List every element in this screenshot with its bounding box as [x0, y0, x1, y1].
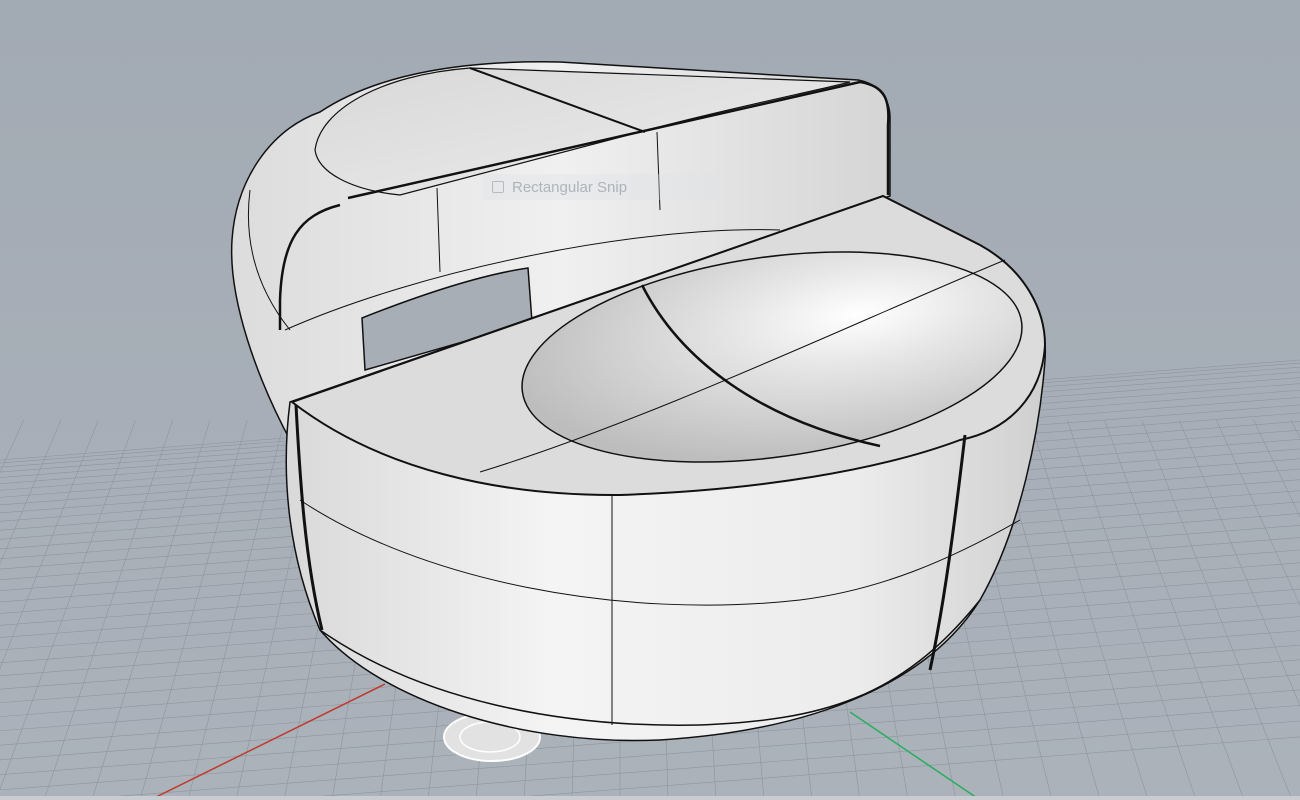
- x-axis-line: [149, 683, 386, 800]
- grid-line: [1029, 419, 1149, 800]
- grid-line: [1066, 419, 1197, 800]
- rhino-perspective-viewport[interactable]: Rectangular Snip: [0, 0, 1300, 800]
- grid-line: [139, 419, 248, 800]
- grid-line: [43, 419, 174, 800]
- model-object[interactable]: [230, 61, 1047, 762]
- viewport-bottom-border: [0, 796, 1300, 800]
- grid-line: [1253, 419, 1300, 518]
- viewport-scene[interactable]: [0, 0, 1300, 800]
- grid-line: [1290, 419, 1300, 439]
- y-axis-line: [849, 711, 981, 800]
- grid-line: [0, 419, 136, 790]
- grid-line: [1216, 419, 1300, 606]
- grid-line: [91, 419, 211, 800]
